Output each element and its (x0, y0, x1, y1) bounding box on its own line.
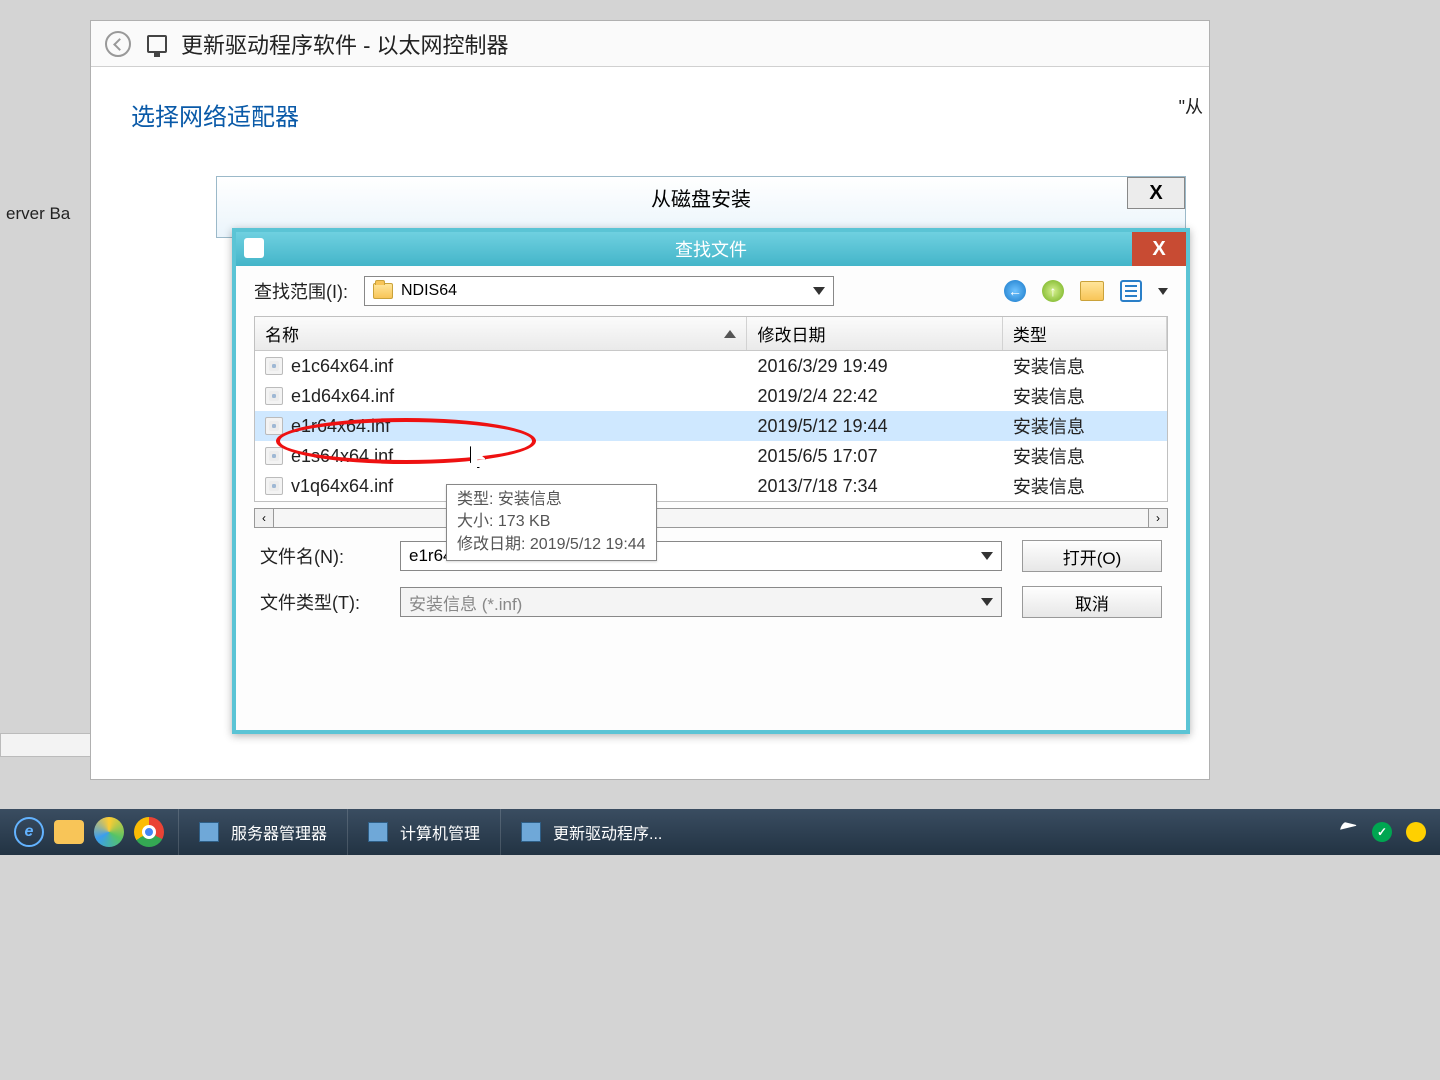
open-button[interactable]: 打开(O) (1022, 540, 1162, 572)
chrome-icon[interactable] (134, 817, 164, 847)
file-row[interactable]: e1r64x64.inf 2019/5/12 19:44安装信息 (255, 411, 1167, 441)
chevron-down-icon (981, 598, 993, 606)
look-in-label: 查找范围(I): (254, 278, 348, 304)
file-date: 2013/7/18 7:34 (747, 474, 1002, 499)
file-type: 安装信息 (1003, 411, 1167, 441)
tooltip-line: 类型: 安装信息 (457, 489, 646, 511)
tray-flag-icon[interactable] (1340, 821, 1358, 843)
find-file-toolbar: 查找范围(I): NDIS64 ← ↑ (236, 266, 1186, 316)
find-file-title: 查找文件 (675, 236, 747, 262)
explorer-icon[interactable] (54, 820, 84, 844)
find-file-dialog: 查找文件 X 查找范围(I): NDIS64 ← ↑ 名称 修改日期 (232, 228, 1190, 734)
filter-value: 安装信息 (*.inf) (409, 590, 522, 615)
taskbar-task[interactable]: 计算机管理 (347, 809, 500, 855)
taskbar-task[interactable]: 更新驱动程序... (500, 809, 682, 855)
install-from-disk-title: 从磁盘安装 (217, 177, 1185, 217)
look-in-value: NDIS64 (401, 282, 457, 300)
file-type: 安装信息 (1003, 381, 1167, 411)
file-name: e1s64x64.inf (291, 446, 393, 467)
bg-text-line: erver Ba (6, 200, 92, 227)
nav-back-icon[interactable]: ← (1004, 280, 1026, 302)
look-in-combo[interactable]: NDIS64 (364, 276, 834, 306)
file-date: 2015/6/5 17:07 (747, 444, 1002, 469)
app-icon (521, 822, 541, 842)
inf-file-icon (265, 477, 283, 495)
file-row[interactable]: e1s64x64.inf 2015/6/5 17:07安装信息 (255, 441, 1167, 471)
scroll-track[interactable] (274, 508, 1148, 528)
ie-icon[interactable]: e (14, 817, 44, 847)
file-name: v1q64x64.inf (291, 476, 393, 497)
column-name[interactable]: 名称 (255, 317, 747, 350)
file-row[interactable]: e1d64x64.inf 2019/2/4 22:42安装信息 (255, 381, 1167, 411)
inf-file-icon (265, 447, 283, 465)
inf-file-icon (265, 417, 283, 435)
scroll-left-button[interactable]: ‹ (254, 508, 274, 528)
file-type: 安装信息 (1003, 351, 1167, 381)
app-icon (368, 822, 388, 842)
folder-icon (373, 283, 393, 299)
file-tooltip: 类型: 安装信息 大小: 173 KB 修改日期: 2019/5/12 19:4… (446, 484, 657, 561)
taskbar-tray: ✓ (1340, 821, 1440, 843)
media-icon[interactable] (94, 817, 124, 847)
app-icon (199, 822, 219, 842)
new-folder-icon[interactable] (1080, 281, 1104, 301)
wizard-heading: 选择网络适配器 (131, 97, 1169, 132)
scroll-right-button[interactable]: › (1148, 508, 1168, 528)
find-file-titlebar: 查找文件 X (236, 232, 1186, 266)
wizard-hint-fragment: "从 (1179, 93, 1203, 119)
filename-label: 文件名(N): (260, 543, 380, 569)
inf-file-icon (265, 387, 283, 405)
wizard-title: 更新驱动程序软件 - 以太网控制器 (181, 28, 509, 60)
view-mode-dropdown-icon[interactable] (1158, 288, 1168, 295)
file-list-hscrollbar[interactable]: ‹ › (254, 508, 1168, 528)
sort-indicator-icon (724, 330, 736, 338)
wizard-titlebar: 更新驱动程序软件 - 以太网控制器 (91, 21, 1209, 67)
taskbar-task[interactable]: 服务器管理器 (178, 809, 347, 855)
tray-yellow-icon[interactable] (1406, 822, 1426, 842)
chevron-down-icon (813, 287, 825, 295)
tooltip-line: 修改日期: 2019/5/12 19:44 (457, 534, 646, 556)
chevron-down-icon (981, 552, 993, 560)
filter-label: 文件类型(T): (260, 589, 380, 615)
file-row[interactable]: e1c64x64.inf 2016/3/29 19:49安装信息 (255, 351, 1167, 381)
file-date: 2019/5/12 19:44 (747, 414, 1002, 439)
file-type: 安装信息 (1003, 441, 1167, 471)
file-date: 2019/2/4 22:42 (747, 384, 1002, 409)
nav-up-icon[interactable]: ↑ (1042, 280, 1064, 302)
taskbar[interactable]: e 服务器管理器 计算机管理 更新驱动程序... ✓ (0, 809, 1440, 855)
find-file-bottom: 文件名(N): e1r64x64.inf 打开(O) 文件类型(T): 安装信息… (236, 528, 1186, 630)
task-label: 更新驱动程序... (553, 820, 662, 844)
file-type: 安装信息 (1003, 471, 1167, 501)
file-name: e1r64x64.inf (291, 416, 390, 437)
back-icon[interactable] (105, 31, 131, 57)
column-type[interactable]: 类型 (1003, 317, 1167, 350)
tooltip-line: 大小: 173 KB (457, 511, 646, 533)
file-list-header[interactable]: 名称 修改日期 类型 (255, 317, 1167, 351)
background-text: erver Ba (0, 200, 92, 227)
view-mode-icon[interactable] (1120, 280, 1142, 302)
inf-file-icon (265, 357, 283, 375)
file-name: e1c64x64.inf (291, 356, 393, 377)
close-button[interactable]: X (1127, 177, 1185, 209)
tray-360-icon[interactable]: ✓ (1372, 822, 1392, 842)
file-list[interactable]: 名称 修改日期 类型 e1c64x64.inf2016/3/29 19:49安装… (254, 316, 1168, 502)
filter-combo[interactable]: 安装信息 (*.inf) (400, 587, 1002, 617)
file-row[interactable]: v1q64x64.inf 2013/7/18 7:34安装信息 (255, 471, 1167, 501)
task-label: 计算机管理 (400, 820, 480, 844)
file-name: e1d64x64.inf (291, 386, 394, 407)
monitor-icon (147, 35, 167, 53)
file-date: 2016/3/29 19:49 (747, 354, 1002, 379)
close-button[interactable]: X (1132, 232, 1186, 266)
dialog-icon (244, 238, 264, 258)
taskbar-launch-area: e (0, 817, 178, 847)
task-label: 服务器管理器 (231, 820, 327, 844)
column-date[interactable]: 修改日期 (747, 317, 1002, 350)
cancel-button[interactable]: 取消 (1022, 586, 1162, 618)
